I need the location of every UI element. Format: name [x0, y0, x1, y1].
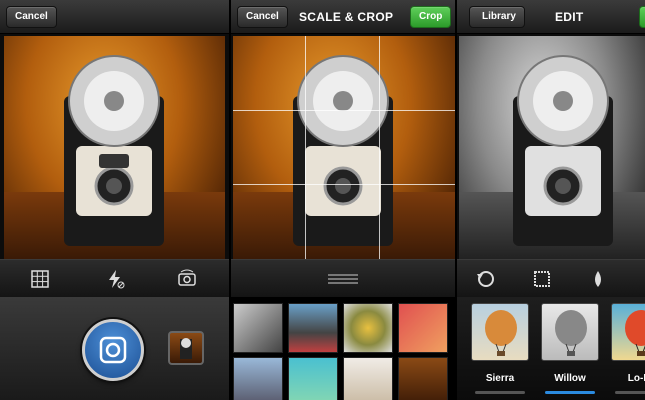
- rotate-icon[interactable]: [475, 268, 497, 290]
- library-button[interactable]: Library: [469, 6, 525, 28]
- next-button[interactable]: [639, 6, 645, 28]
- camera-icon: [99, 336, 127, 364]
- photo-thumbnail[interactable]: [343, 303, 393, 353]
- camera-preview[interactable]: [4, 36, 225, 259]
- photo-thumbnail[interactable]: [288, 303, 338, 353]
- crop-grid-line: [233, 184, 455, 185]
- filter-indicator: [545, 391, 595, 394]
- photo-thumbnail[interactable]: [398, 357, 448, 400]
- tilt-shift-icon[interactable]: [587, 268, 609, 290]
- camera-subject-image: [64, 55, 164, 246]
- filter-strip: Sierra Willow Lo-Fi: [457, 297, 645, 400]
- filter-indicator: [615, 391, 645, 394]
- filter-sierra[interactable]: Sierra: [467, 303, 533, 394]
- scale-crop-panel: Cancel SCALE & CROP Crop: [231, 0, 455, 400]
- flip-camera-icon[interactable]: [176, 268, 198, 290]
- top-bar: Cancel: [0, 0, 229, 34]
- filter-lo-fi[interactable]: Lo-Fi: [607, 303, 645, 394]
- edit-panel: Library EDIT Sierra Willow Lo-: [457, 0, 645, 400]
- crop-area[interactable]: [233, 36, 455, 259]
- page-title: EDIT: [555, 10, 584, 24]
- crop-grid-line: [305, 36, 306, 259]
- page-title: SCALE & CROP: [299, 10, 394, 24]
- cancel-button[interactable]: Cancel: [6, 6, 57, 28]
- filter-label: Willow: [554, 373, 586, 384]
- drag-handle-icon[interactable]: [328, 273, 358, 285]
- drag-handle-bar: [231, 259, 455, 297]
- edit-preview: [459, 36, 645, 259]
- cancel-button[interactable]: Cancel: [237, 6, 288, 28]
- photo-thumbnail[interactable]: [343, 357, 393, 400]
- crop-button[interactable]: Crop: [410, 6, 452, 28]
- grid-icon[interactable]: [29, 268, 51, 290]
- filter-preview: [541, 303, 599, 361]
- frame-icon[interactable]: [531, 268, 553, 290]
- filter-preview: [611, 303, 645, 361]
- capture-bar: [0, 297, 229, 400]
- photo-thumbnail: [180, 338, 192, 359]
- top-bar: Library EDIT: [457, 0, 645, 34]
- photo-grid: [231, 297, 455, 400]
- photo-library-button[interactable]: [168, 331, 204, 365]
- filter-indicator: [475, 391, 525, 394]
- filter-willow[interactable]: Willow: [537, 303, 603, 394]
- shutter-button[interactable]: [82, 319, 144, 381]
- crop-grid-line: [379, 36, 380, 259]
- photo-thumbnail[interactable]: [233, 303, 283, 353]
- flash-off-icon[interactable]: [104, 268, 126, 290]
- photo-thumbnail[interactable]: [398, 303, 448, 353]
- brightness-icon[interactable]: [639, 268, 645, 290]
- filter-label: Lo-Fi: [627, 373, 645, 384]
- photo-thumbnail[interactable]: [288, 357, 338, 400]
- camera-subject-image: [293, 55, 393, 246]
- crop-grid-line: [233, 110, 455, 111]
- filter-label: Sierra: [485, 373, 515, 384]
- filter-preview: [471, 303, 529, 361]
- camera-toolbar: [0, 259, 229, 297]
- camera-capture-panel: Cancel: [0, 0, 229, 400]
- top-bar: Cancel SCALE & CROP Crop: [231, 0, 455, 34]
- photo-thumbnail[interactable]: [233, 357, 283, 400]
- edit-toolbar: [457, 259, 645, 297]
- camera-subject-image: [513, 55, 613, 246]
